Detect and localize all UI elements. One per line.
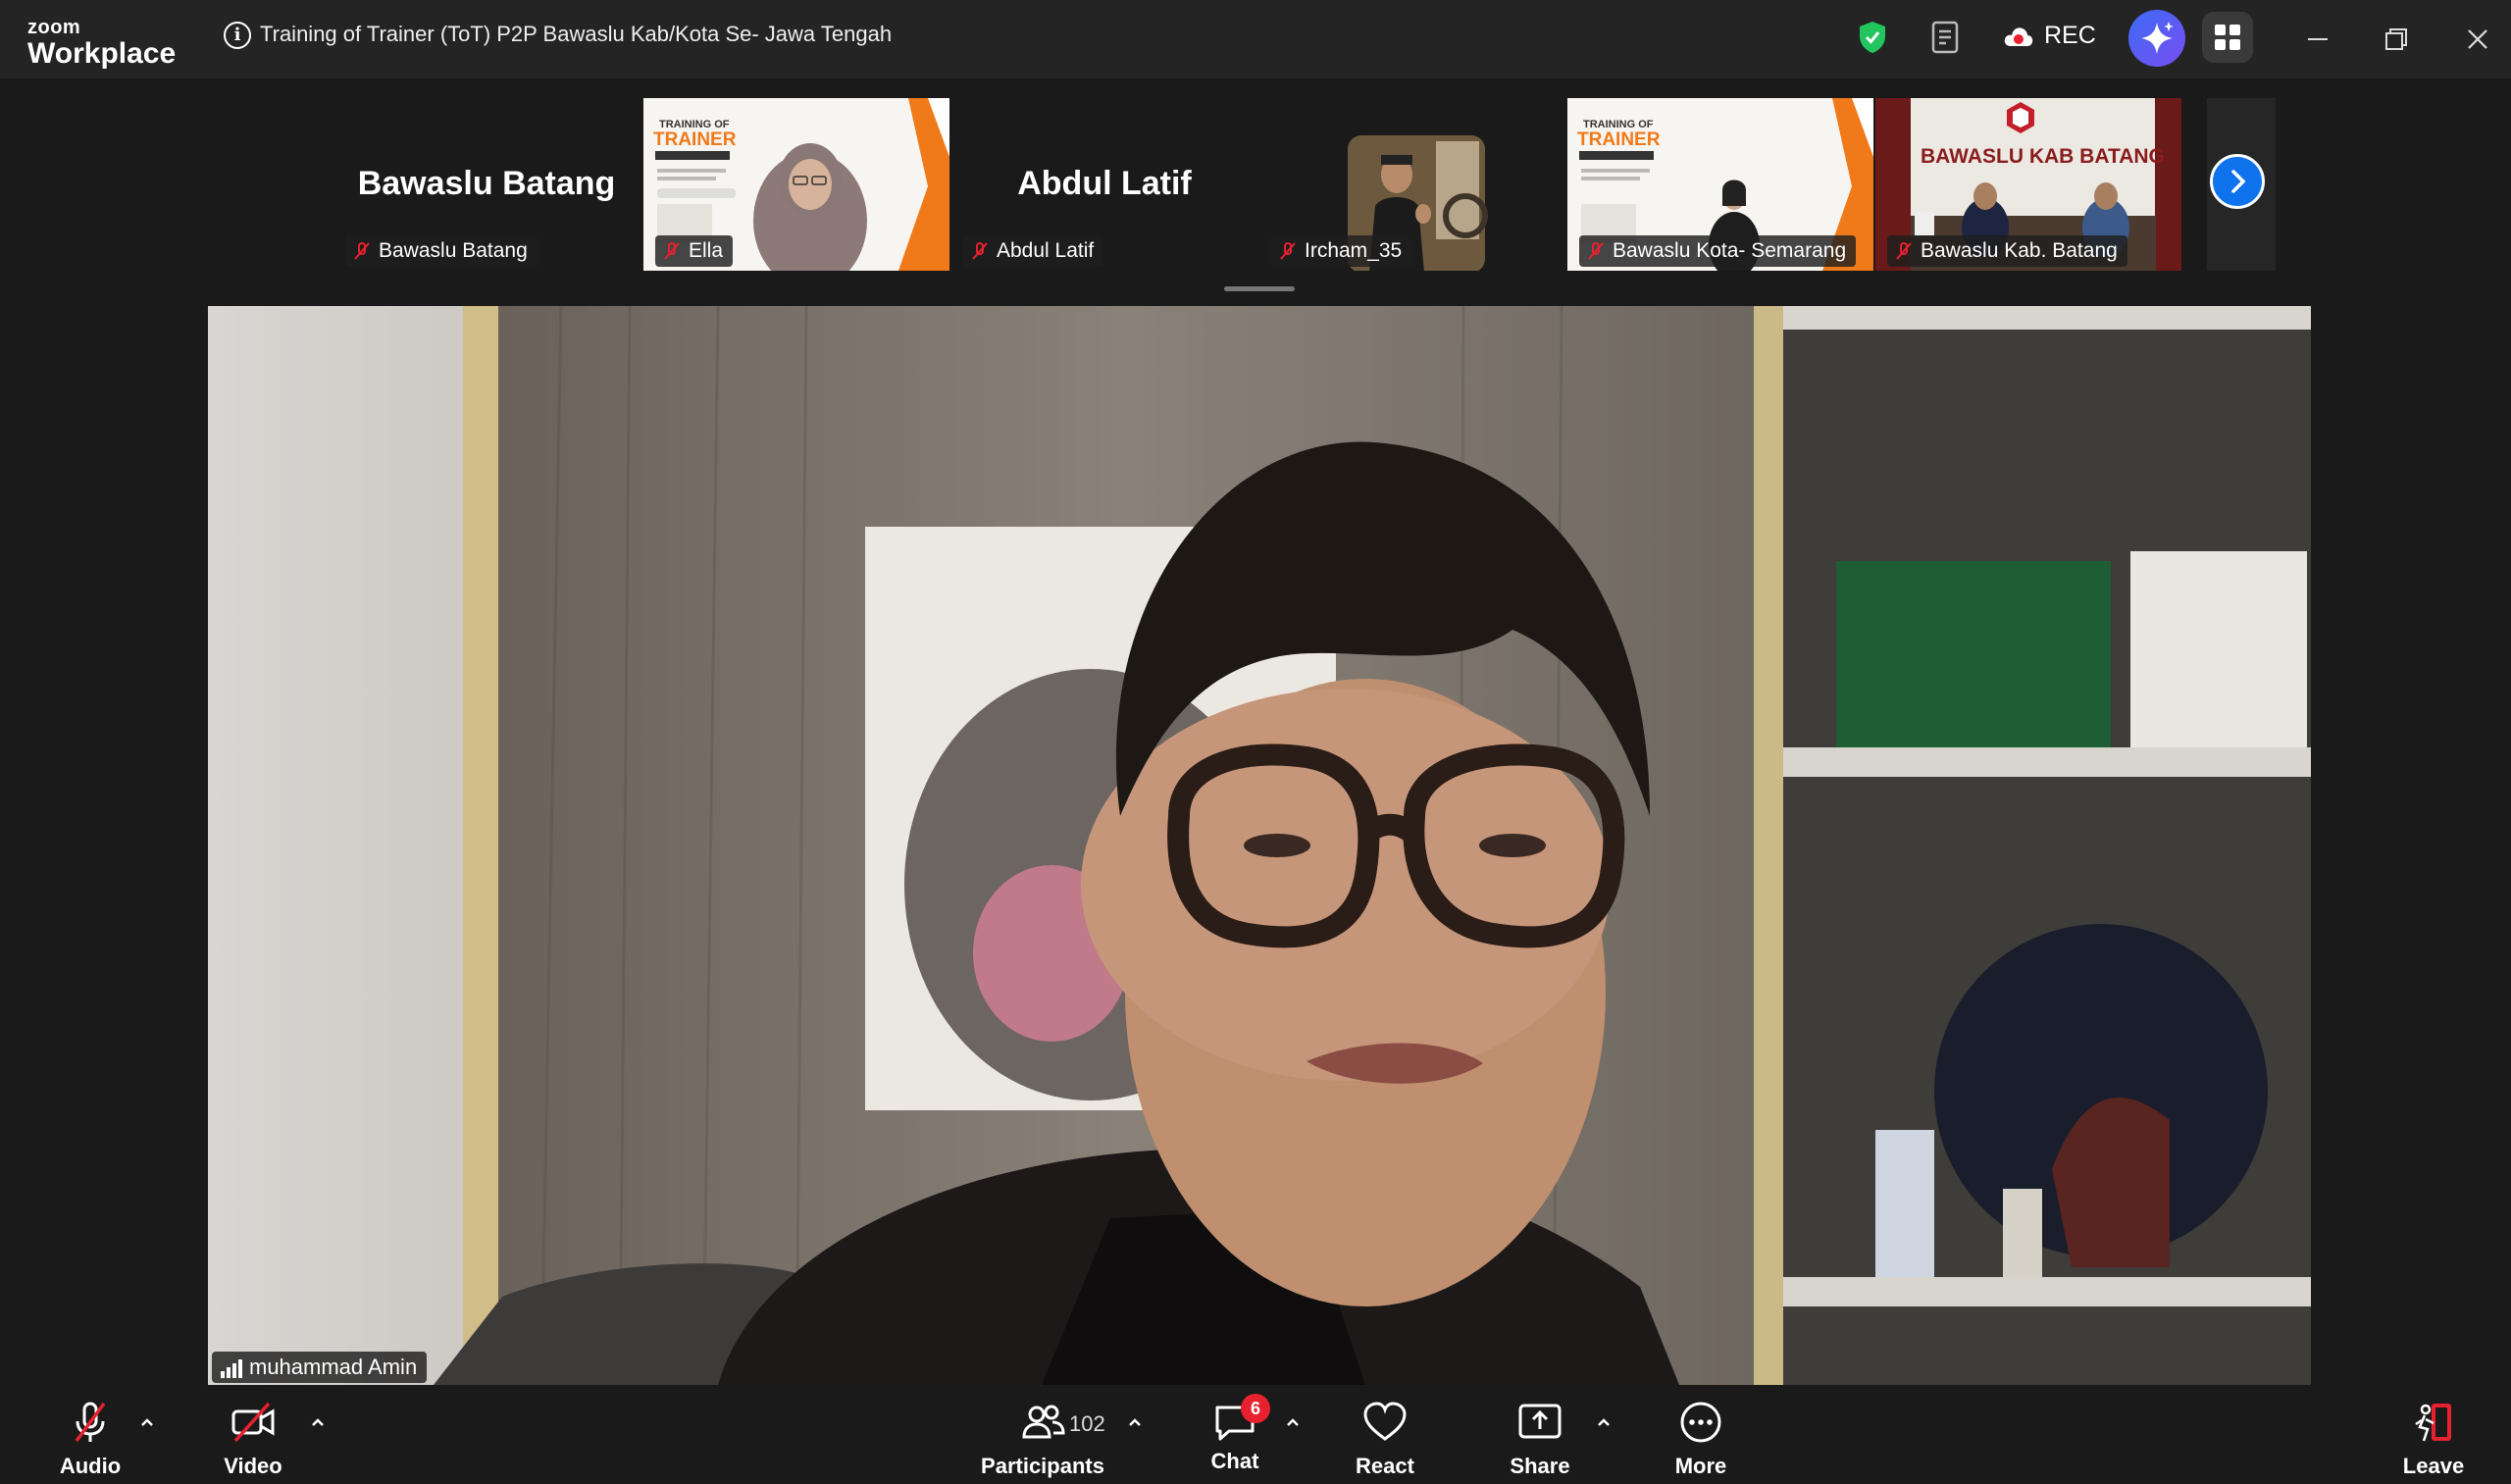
participants-icon <box>1022 1405 1065 1439</box>
video-button[interactable]: Video <box>184 1400 322 1479</box>
participant-tile[interactable]: Bawaslu Batang Bawaslu Batang <box>333 98 640 271</box>
audio-label: Audio <box>59 1454 122 1478</box>
participant-tile[interactable]: BAWASLU KAB BATANG Bawaslu Kab. Batang <box>1875 98 2181 271</box>
ai-companion-button[interactable] <box>2128 10 2185 67</box>
main-speaker-video[interactable]: muhammad Amin <box>208 306 2311 1385</box>
more-button[interactable]: More <box>1632 1400 1769 1479</box>
title-bar: zoom Workplace i Training of Trainer (To… <box>0 0 2511 78</box>
participant-tile[interactable]: Abdul Latif Abdul Latif <box>951 98 1257 271</box>
participant-tile[interactable]: Ircham_35 <box>1259 98 1565 271</box>
share-options-chevron-up-icon[interactable] <box>1595 1415 1613 1429</box>
participant-name-tag: Bawaslu Kab. Batang <box>1887 235 2127 267</box>
participant-name: Ircham_35 <box>1305 239 1403 262</box>
main-speaker-name-tag: muhammad Amin <box>212 1352 428 1383</box>
next-page-button[interactable] <box>2207 98 2276 271</box>
participant-big-name: Bawaslu Batang <box>357 165 616 202</box>
mic-muted-icon <box>354 242 370 260</box>
rec-label: REC <box>2044 22 2096 49</box>
mic-muted-icon <box>1896 242 1912 260</box>
minimize-icon[interactable] <box>2300 22 2335 57</box>
react-label: React <box>1356 1454 1414 1478</box>
leave-button[interactable]: Leave <box>2365 1400 2502 1479</box>
participants-count: 102 <box>1069 1411 1105 1436</box>
strip-resize-handle[interactable] <box>1224 286 1295 291</box>
video-label: Video <box>224 1454 282 1478</box>
participant-tile[interactable]: TRAINING OF TRAINER Bawaslu Kota- Semara… <box>1567 98 1873 271</box>
leave-door-icon <box>2415 1404 2451 1442</box>
heart-icon <box>1363 1402 1407 1441</box>
mic-muted-icon <box>1588 242 1604 260</box>
meeting-info-icon[interactable]: i <box>224 22 251 49</box>
audio-options-chevron-up-icon[interactable] <box>138 1415 156 1429</box>
zoom-logo: zoom Workplace <box>27 18 176 69</box>
mic-muted-icon <box>75 1402 106 1443</box>
participant-tile[interactable]: TRAINING OF TRAINER Ella <box>643 98 949 271</box>
chat-icon-wrap: 6 <box>1211 1394 1270 1445</box>
next-page-circle <box>2210 154 2265 209</box>
participants-label: Participants <box>981 1454 1104 1478</box>
apps-grid-icon <box>2215 25 2240 50</box>
leave-label: Leave <box>2402 1454 2465 1478</box>
chat-unread-badge: 6 <box>1241 1394 1270 1423</box>
participant-name-tag: Bawaslu Kota- Semarang <box>1579 235 1857 267</box>
participant-name-tag: Bawaslu Batang <box>345 235 538 267</box>
share-button[interactable]: Share <box>1471 1400 1609 1479</box>
speaker-video-frame <box>208 306 2311 1385</box>
slide-line2: TRAINER <box>653 129 737 150</box>
participant-name: Ella <box>689 239 724 262</box>
security-shield-icon[interactable] <box>1857 20 1888 55</box>
recording-indicator[interactable]: REC <box>2003 22 2096 50</box>
close-icon[interactable] <box>2460 22 2495 57</box>
meeting-toolbar: Audio Video Participants 102 6 Chat Reac… <box>0 1386 2511 1484</box>
main-speaker-name: muhammad Amin <box>249 1355 418 1379</box>
chat-button[interactable]: 6 Chat <box>1166 1394 1304 1474</box>
react-button[interactable]: React <box>1316 1400 1454 1479</box>
participant-name: Abdul Latif <box>997 239 1095 262</box>
participant-name: Bawaslu Batang <box>379 239 528 262</box>
logo-big-text: Workplace <box>27 37 177 70</box>
more-label: More <box>1674 1454 1727 1478</box>
mic-muted-icon <box>972 242 988 260</box>
participants-options-chevron-up-icon[interactable] <box>1126 1415 1144 1429</box>
share-label: Share <box>1510 1454 1570 1478</box>
audio-button[interactable]: Audio <box>22 1400 159 1479</box>
chevron-right-icon <box>2231 170 2246 193</box>
participant-name-tag: Ircham_35 <box>1271 235 1412 267</box>
logo-small-text: zoom <box>27 17 81 38</box>
more-icon <box>1680 1402 1721 1443</box>
share-screen-icon <box>1518 1404 1562 1439</box>
participant-strip: Bawaslu Batang Bawaslu Batang TRAINING O… <box>0 78 2511 304</box>
mic-muted-icon <box>1280 242 1296 260</box>
connection-signal-icon <box>221 1359 242 1378</box>
chat-label: Chat <box>1210 1449 1259 1473</box>
video-off-icon <box>231 1402 275 1443</box>
participant-name: Bawaslu Kota- Semarang <box>1613 239 1847 262</box>
meeting-title: Training of Trainer (ToT) P2P Bawaslu Ka… <box>260 22 893 46</box>
participant-name: Bawaslu Kab. Batang <box>1921 239 2118 262</box>
notes-icon[interactable] <box>1930 20 1962 55</box>
sparkle-icon <box>2141 22 2174 54</box>
participant-name-tag: Ella <box>655 235 734 267</box>
apps-button[interactable] <box>2202 12 2253 63</box>
mic-muted-icon <box>664 242 680 260</box>
participant-big-name: Abdul Latif <box>1017 165 1192 202</box>
video-options-chevron-up-icon[interactable] <box>309 1415 327 1429</box>
slide-line2: TRAINER <box>1577 129 1661 150</box>
banner-text: BAWASLU KAB BATANG <box>1921 145 2165 168</box>
chat-options-chevron-up-icon[interactable] <box>1284 1415 1302 1429</box>
participant-name-tag: Abdul Latif <box>963 235 1104 267</box>
cloud-record-icon <box>2004 26 2033 46</box>
restore-icon[interactable] <box>2379 22 2414 57</box>
